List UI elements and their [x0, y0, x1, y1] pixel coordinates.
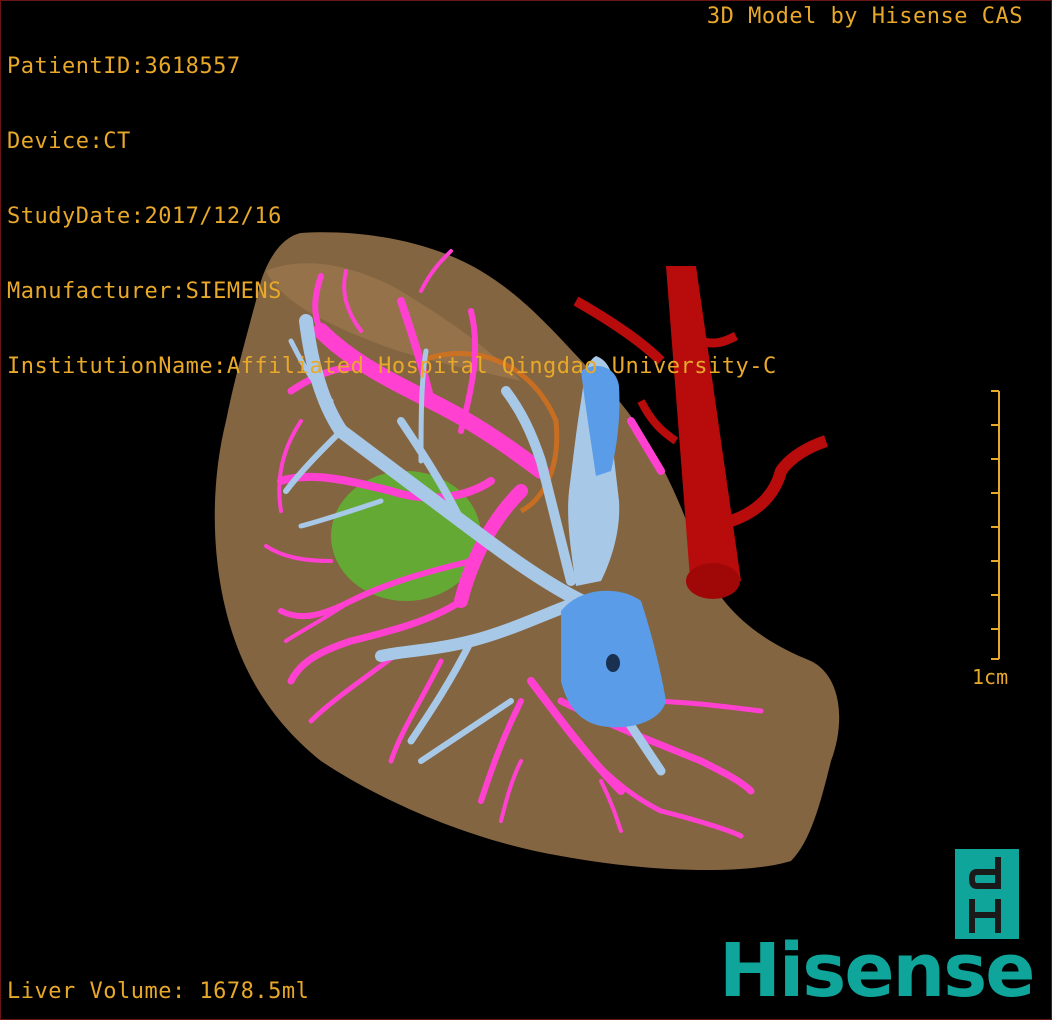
scale-bar-label: 1cm	[972, 665, 1009, 689]
scale-bar	[991, 390, 1000, 660]
3d-viewport[interactable]: PatientID:3618557 Device:CT StudyDate:20…	[0, 0, 1052, 1020]
hisense-logo-text: Hisense	[719, 928, 1035, 1014]
patient-id-label: PatientID:3618557	[7, 54, 241, 79]
study-date-label: StudyDate:2017/12/16	[7, 204, 282, 229]
liver-volume-label: Liver Volume: 1678.5ml	[7, 979, 310, 1004]
dh-logo-icon	[969, 857, 1001, 933]
device-label: Device:CT	[7, 129, 131, 154]
institution-label: InstitutionName:Affiliated Hospital Qing…	[7, 354, 777, 379]
manufacturer-label: Manufacturer:SIEMENS	[7, 279, 282, 304]
hisense-logo-mark	[955, 849, 1019, 939]
model-credit: 3D Model by Hisense CAS	[706, 4, 1023, 29]
patient-info: PatientID:3618557 Device:CT StudyDate:20…	[7, 4, 777, 429]
